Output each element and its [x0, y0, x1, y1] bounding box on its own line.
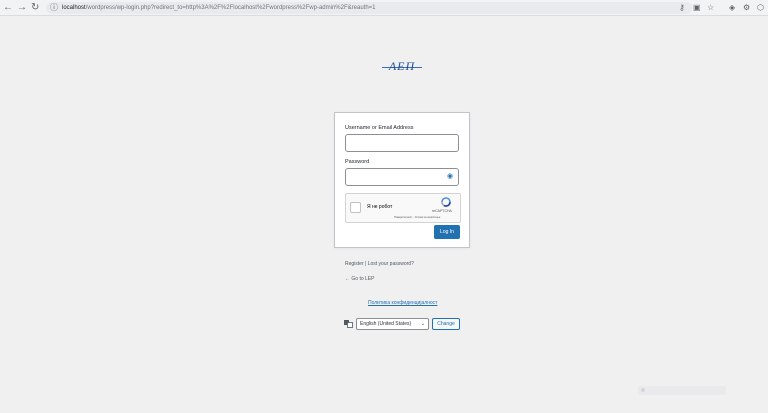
site-logo[interactable]: АЕП: [382, 58, 422, 74]
language-selected-value: English (United States): [360, 321, 412, 327]
password-input[interactable]: ◉: [345, 168, 459, 186]
shield-icon[interactable]: ◈: [729, 1, 735, 15]
url-text[interactable]: localhost/wordpress/wp-login.php?redirec…: [62, 2, 376, 14]
star-icon[interactable]: ☆: [707, 1, 714, 15]
reload-icon[interactable]: ↻: [31, 1, 39, 15]
browser-toolbar: ← → ↻ ⓘ localhost/wordpress/wp-login.php…: [0, 0, 768, 16]
back-to-site-text[interactable]: ← Go to LEP: [345, 276, 374, 282]
key-icon[interactable]: ⚷: [679, 1, 685, 15]
register-link[interactable]: Register: [345, 261, 364, 267]
privacy-policy-link[interactable]: Политика конфиденцијалност: [368, 300, 437, 306]
username-label: Username or Email Address: [345, 125, 414, 131]
link-separator: |: [365, 261, 367, 267]
show-password-eye-icon[interactable]: ◉: [446, 173, 454, 181]
extensions-icon[interactable]: ⬡: [757, 1, 764, 15]
login-button[interactable]: Log In: [434, 225, 460, 239]
recaptcha-links[interactable]: Поверителност - Услови за користење: [394, 216, 440, 219]
faded-notification: [638, 386, 726, 395]
address-bar[interactable]: ⓘ localhost/wordpress/wp-login.php?redir…: [46, 2, 692, 14]
logo-text: АЕП: [388, 59, 416, 73]
username-input[interactable]: [345, 134, 459, 152]
recaptcha-checkbox[interactable]: [350, 202, 361, 213]
back-to-site-link[interactable]: ← Go to LEP: [345, 276, 374, 282]
translation-icon: [344, 320, 353, 328]
recaptcha-label: Я не робот: [367, 204, 393, 210]
gear-icon[interactable]: ⚙: [743, 1, 750, 15]
recaptcha-widget: Я не робот reCAPTCHA Поверителност - Усл…: [345, 193, 461, 223]
language-select[interactable]: English (United States) ⌄: [356, 318, 429, 330]
faded-notification-icon: [641, 388, 645, 392]
change-language-button[interactable]: Change: [432, 318, 460, 330]
chevron-down-icon: ⌄: [420, 321, 425, 327]
back-arrow-icon[interactable]: ←: [3, 1, 13, 15]
translate-icon[interactable]: ▣: [693, 1, 701, 15]
login-form: Username or Email Address Password ◉ Я н…: [334, 112, 470, 248]
password-label: Password: [345, 159, 370, 165]
lost-password-link[interactable]: Lost your password?: [368, 261, 414, 267]
site-info-icon[interactable]: ⓘ: [50, 2, 58, 14]
recaptcha-logo-icon: [441, 197, 451, 207]
forward-arrow-icon[interactable]: →: [17, 1, 27, 15]
recaptcha-brand: reCAPTCHA: [432, 209, 452, 213]
account-links: Register | Lost your password?: [345, 261, 414, 267]
